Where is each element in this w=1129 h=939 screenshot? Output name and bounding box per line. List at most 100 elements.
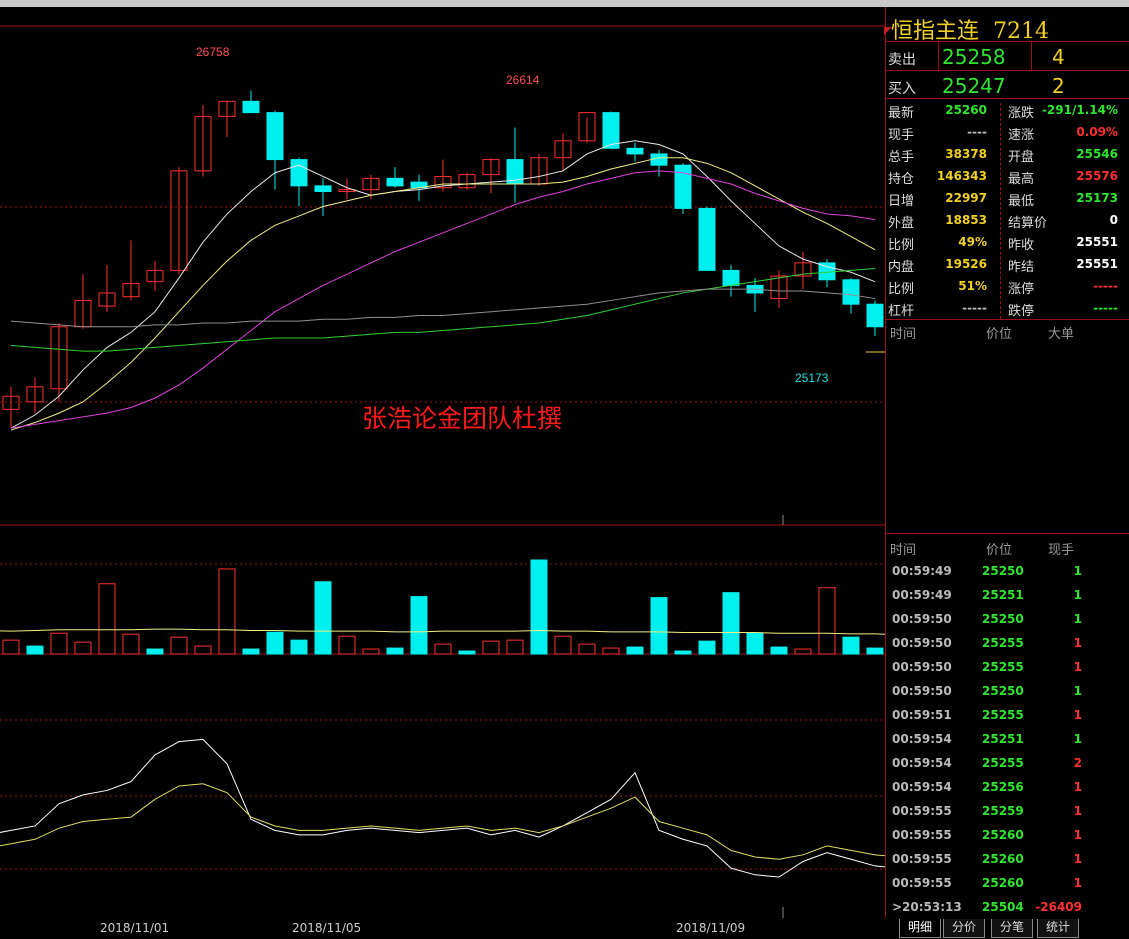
quote-row: 持仓 146343 最高 25576 (886, 166, 1129, 188)
tick-time: 00:59:50 (892, 636, 952, 650)
quote-row: 比例 49% 昨收 25551 (886, 232, 1129, 254)
tick-row: 00:59:49 25251 1 (886, 583, 1129, 607)
candle-body (290, 159, 308, 187)
volume-bar (554, 635, 572, 655)
volume-bar (146, 648, 164, 655)
top-bar (0, 0, 1129, 7)
quote-label: 开盘 (1008, 150, 1035, 165)
tab-stats[interactable]: 统计 (1037, 919, 1079, 938)
tab-detail[interactable]: 明细 (899, 919, 941, 938)
tick-size: -26409 (1035, 900, 1082, 914)
tick-price: 25255 (982, 708, 1024, 722)
volume-bar (410, 596, 428, 655)
quote-row: 日增 22997 最低 25173 (886, 188, 1129, 210)
tick-price: 25259 (982, 804, 1024, 818)
volume-bar (362, 648, 380, 655)
tick-time: 00:59:50 (892, 660, 952, 674)
quote-label: 昨结 (1008, 260, 1035, 275)
tick-price: 25255 (982, 636, 1024, 650)
volume-bar (530, 559, 548, 655)
moving-average-line (10, 170, 876, 429)
volume-bar (218, 568, 236, 655)
volume-bar (602, 647, 620, 655)
volume-bar (242, 648, 260, 655)
tick-price: 25251 (982, 588, 1024, 602)
candle-body (674, 164, 692, 209)
moving-average-line (10, 268, 876, 352)
candle-body (266, 112, 284, 161)
quote-value: 38378 (945, 147, 987, 161)
tick-row: 00:59:54 25251 1 (886, 727, 1129, 751)
watermark-text: 张浩论金团队杜撰 (362, 404, 562, 433)
tick-row: 00:59:49 25250 1 (886, 559, 1129, 583)
tick-size: 1 (1073, 732, 1082, 746)
tick-time: 00:59:50 (892, 612, 952, 626)
volume-bar (50, 632, 68, 655)
buy-price: 25247 (942, 74, 1006, 98)
candle-body (650, 153, 668, 166)
buy-row: 买入 25247 2 (886, 72, 1129, 98)
tab-price-distribution[interactable]: 分价 (943, 919, 985, 938)
volume-bar (650, 597, 668, 655)
tick-time: 00:59:55 (892, 876, 952, 890)
volume-bar (626, 646, 644, 655)
tick-row: 00:59:55 25260 1 (886, 823, 1129, 847)
volume-bar (770, 646, 788, 655)
quote-row: 现手 ---- 速涨 0.09% (886, 122, 1129, 144)
tick-time: 00:59:51 (892, 708, 952, 722)
tick-price: 25256 (982, 780, 1024, 794)
x-tick-label: 2018/11/05 (292, 921, 362, 935)
quote-row: 最新 25260 涨跌 -291/1.14% (886, 100, 1129, 122)
quote-value: 25576 (1076, 169, 1118, 183)
quote-value: ---- (967, 125, 987, 139)
tick-time: 00:59:54 (892, 756, 952, 770)
tick-size: 1 (1073, 780, 1082, 794)
volume-bar (26, 645, 44, 655)
volume-bar (458, 650, 476, 655)
quote-label: 杠杆 (888, 304, 915, 319)
quote-row: 外盘 18853 结算价 0 (886, 210, 1129, 232)
candle-body (698, 207, 716, 271)
quote-label: 最高 (1008, 172, 1035, 187)
quote-value: -291/1.14% (1041, 103, 1118, 117)
quote-label: 比例 (888, 238, 915, 253)
low-price-label: 25173 (795, 371, 829, 385)
volume-bar (482, 640, 500, 655)
tick-size: 1 (1073, 612, 1082, 626)
tick-row: 00:59:55 25259 1 (886, 799, 1129, 823)
volume-bar (506, 639, 524, 655)
big-order-size-header: 大单 (1048, 327, 1075, 342)
tick-time: 00:59:49 (892, 564, 952, 578)
tick-size: 1 (1073, 876, 1082, 890)
tick-row: 00:59:50 25255 1 (886, 655, 1129, 679)
tick-price: 25251 (982, 732, 1024, 746)
tick-size: 2 (1073, 756, 1082, 770)
tick-size: 1 (1073, 828, 1082, 842)
x-tick-label: 2018/11/01 (100, 921, 170, 935)
volume-bar (122, 633, 140, 655)
volume-bar (98, 583, 116, 655)
quote-value: 0 (1109, 213, 1118, 227)
tick-row: 00:59:50 25250 1 (886, 679, 1129, 703)
quote-label: 涨跌 (1008, 106, 1035, 121)
quote-label: 比例 (888, 282, 915, 297)
tick-time: 00:59:54 (892, 780, 952, 794)
sell-row: 卖出 25258 4 (886, 43, 1129, 69)
quote-label: 速涨 (1008, 128, 1035, 143)
x-tick-label: 2018/11/09 (676, 921, 746, 935)
candle-body (602, 112, 620, 149)
tick-price: 25250 (982, 612, 1024, 626)
quote-row: 杠杆 ----- 跌停 ----- (886, 298, 1129, 320)
tab-tick[interactable]: 分笔 (991, 919, 1033, 938)
volume-bar (578, 643, 596, 655)
candle-body (314, 185, 332, 193)
volume-bar (266, 631, 284, 655)
quote-label: 昨收 (1008, 238, 1035, 253)
volume-bar (2, 639, 20, 655)
tick-time: 00:59:55 (892, 828, 952, 842)
volume-bar (338, 635, 356, 655)
tick-price: 25260 (982, 852, 1024, 866)
main-chart: 26758 26614 25173 张浩论金团队杜撰 (0, 25, 885, 918)
quote-row: 总手 38378 开盘 25546 (886, 144, 1129, 166)
tick-price: 25255 (982, 660, 1024, 674)
